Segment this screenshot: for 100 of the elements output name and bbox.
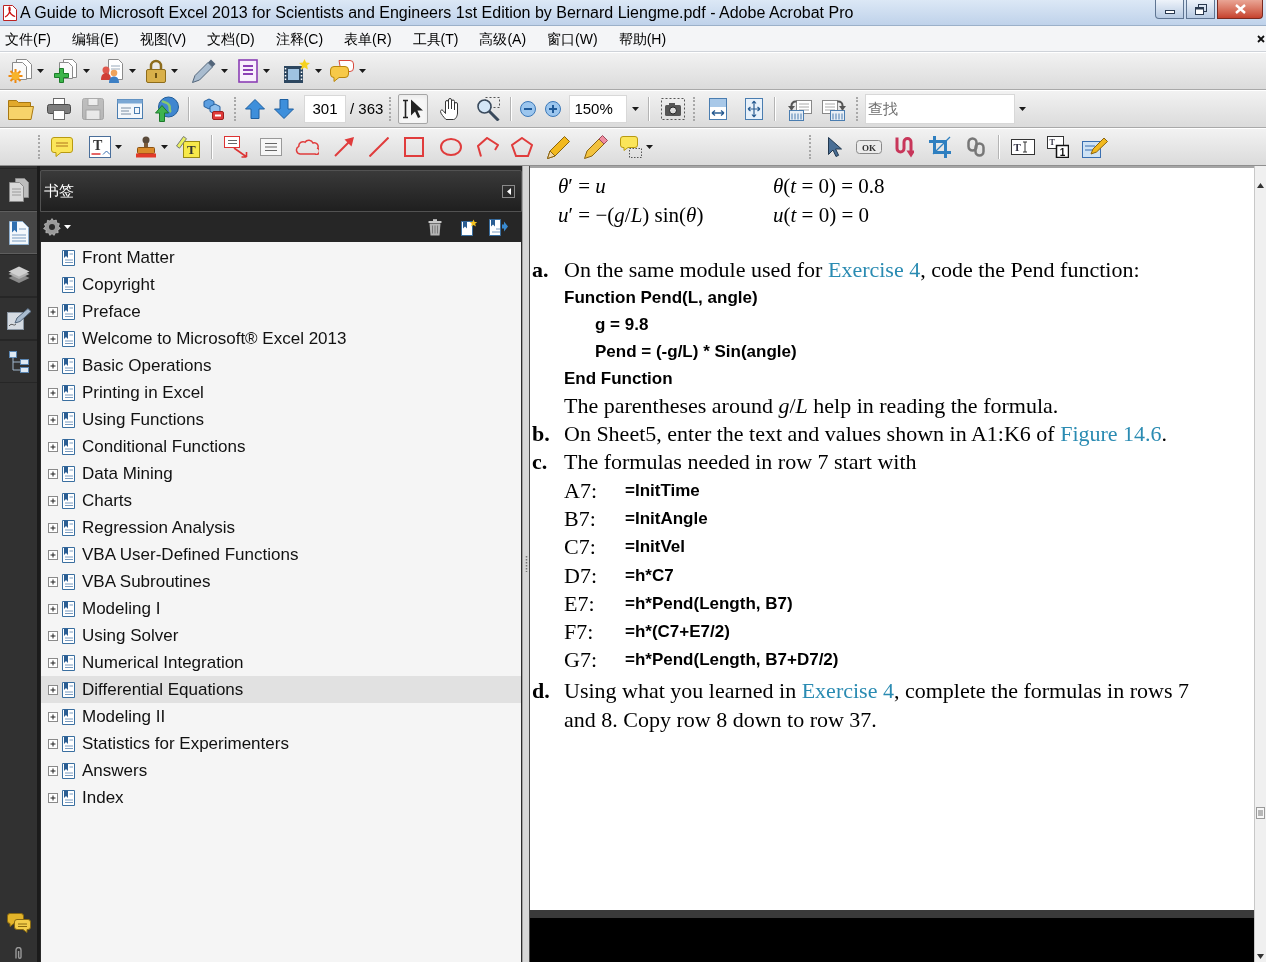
callout-icon[interactable] (224, 136, 248, 158)
caret-icon[interactable] (646, 145, 653, 149)
page-number-field[interactable]: 301 (304, 95, 346, 123)
split-handle-icon[interactable] (1256, 807, 1265, 819)
pen-icon[interactable] (192, 59, 216, 83)
rotate-right-icon[interactable] (822, 97, 849, 121)
menu-item[interactable]: 表单(R) (344, 28, 392, 49)
menu-item[interactable]: 编辑(E) (71, 28, 119, 49)
link[interactable]: Exercise 4 (801, 678, 894, 704)
scroll-up-icon[interactable] (1257, 183, 1264, 188)
expand-icon[interactable] (48, 603, 58, 614)
note-bubble-icon[interactable] (620, 136, 642, 158)
link[interactable]: Exercise 4 (827, 256, 921, 282)
cloud-icon[interactable] (295, 139, 319, 155)
comments-icon[interactable] (6, 913, 31, 933)
arrow-icon[interactable] (334, 137, 354, 157)
expand-icon[interactable] (48, 549, 58, 560)
search-field[interactable]: 查找 (865, 94, 1016, 124)
collapse-panel-button[interactable] (502, 184, 515, 198)
menu-item[interactable]: 高级(A) (479, 28, 527, 49)
paperclip-icon[interactable] (12, 947, 25, 959)
caret-icon[interactable] (263, 69, 270, 73)
menu-item[interactable]: 视图(V) (139, 28, 187, 49)
zoom-out-icon[interactable] (520, 101, 537, 117)
expand-icon[interactable] (48, 360, 58, 371)
eraser-icon[interactable] (584, 135, 608, 159)
menu-item[interactable]: 注释(C) (275, 28, 324, 49)
model-tree-pane-button[interactable] (0, 340, 37, 383)
cursor-arrow-icon[interactable] (828, 137, 842, 157)
expand-icon[interactable] (48, 333, 58, 344)
zoom-field[interactable]: 150% (569, 95, 628, 123)
stamp-icon[interactable] (135, 136, 157, 158)
fit-page-icon[interactable] (745, 98, 764, 120)
signatures-pane-button[interactable] (0, 297, 37, 340)
expand-icon[interactable] (48, 684, 58, 695)
pages-icon[interactable] (8, 177, 29, 202)
form-edit-icon[interactable] (1082, 136, 1108, 158)
menu-item[interactable]: 文件(F) (5, 28, 51, 49)
globe-upload-icon[interactable] (153, 96, 179, 122)
pages-pane-button[interactable] (0, 168, 37, 211)
expand-icon[interactable] (48, 306, 58, 317)
bookmark-item[interactable]: Differential Equations (41, 676, 521, 703)
documents-star-icon[interactable] (8, 59, 32, 83)
vertical-scrollbar[interactable] (1254, 166, 1266, 962)
menu-item[interactable]: 工具(T) (412, 28, 459, 49)
expand-icon[interactable] (48, 522, 58, 533)
caret-icon[interactable] (64, 225, 71, 229)
form-document-icon[interactable] (238, 59, 258, 83)
expand-icon[interactable] (48, 387, 58, 398)
rotate-left-icon[interactable] (786, 97, 813, 121)
camera-icon[interactable] (661, 98, 686, 120)
folder-icon[interactable] (8, 98, 34, 120)
close-document-icon[interactable] (1257, 34, 1265, 43)
u-turn-arrow-icon[interactable] (894, 136, 914, 158)
expand-icon[interactable] (48, 468, 58, 479)
caret-icon[interactable] (171, 69, 178, 73)
expand-icon[interactable] (48, 711, 58, 722)
printer-icon[interactable] (47, 98, 71, 120)
menu-item[interactable]: 帮助(H) (618, 28, 667, 49)
shapes-minus-icon[interactable] (202, 98, 224, 120)
expand-icon[interactable] (48, 738, 58, 749)
polygon-icon[interactable] (511, 137, 533, 157)
chain-link-icon[interactable] (967, 137, 985, 157)
layers-icon[interactable] (7, 265, 30, 286)
expand-icon[interactable] (48, 414, 58, 425)
oval-icon[interactable] (440, 138, 462, 156)
caret-icon[interactable] (115, 145, 122, 149)
expand-icon[interactable] (48, 657, 58, 668)
tree-icon[interactable] (8, 350, 29, 373)
caret-icon[interactable] (37, 69, 44, 73)
padlock-icon[interactable] (146, 59, 166, 83)
expand-icon[interactable] (48, 630, 58, 641)
bookmarks-pane-button[interactable] (0, 211, 37, 254)
pencil-icon[interactable] (547, 135, 571, 159)
caret-icon[interactable] (129, 69, 136, 73)
expand-icon[interactable] (48, 792, 58, 803)
crop-icon[interactable] (929, 136, 951, 158)
up-arrow-icon[interactable] (245, 99, 265, 119)
panel-splitter[interactable] (522, 166, 530, 962)
trash-icon[interactable] (428, 218, 442, 236)
gear-icon[interactable] (43, 218, 61, 236)
zoom-in-icon[interactable] (545, 101, 562, 117)
text-field-icon[interactable]: T (1011, 139, 1035, 155)
caret-icon[interactable] (83, 69, 90, 73)
text-box-icon[interactable] (260, 138, 282, 156)
fit-width-icon[interactable] (709, 98, 728, 120)
left-triangle-icon[interactable] (506, 187, 511, 195)
bookmark-arrow-icon[interactable] (489, 218, 508, 236)
grip-icon[interactable] (524, 555, 528, 573)
caret-icon[interactable] (359, 69, 366, 73)
minimize-button[interactable] (1155, 0, 1184, 19)
envelope-icon[interactable] (117, 99, 143, 119)
text-edit-icon[interactable]: T (89, 136, 111, 158)
rectangle-icon[interactable] (404, 137, 424, 157)
documents-plus-icon[interactable] (54, 59, 78, 83)
caret-icon[interactable] (315, 69, 322, 73)
caret-icon[interactable] (1019, 107, 1027, 111)
scroll-down-icon[interactable] (1257, 954, 1264, 959)
document-people-icon[interactable] (100, 59, 124, 83)
film-star-icon[interactable] (284, 59, 310, 83)
